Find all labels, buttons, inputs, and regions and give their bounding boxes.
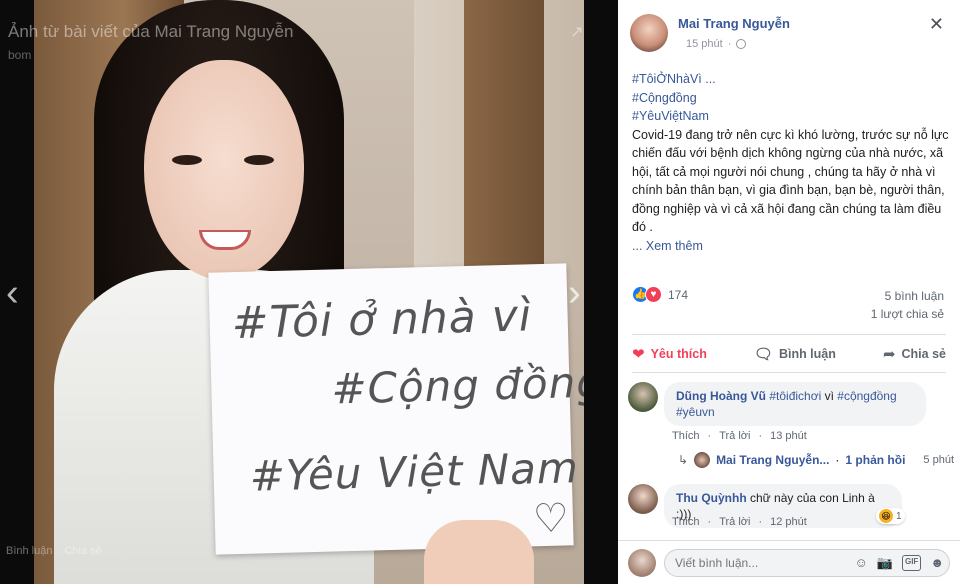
post-body: #TôiỞNhàVì ... #Cộngđồng #YêuViệtNam Cov… [632,70,952,255]
gif-icon[interactable]: GIF [901,555,922,571]
sign-line-3: #Yêu Việt Nam [249,443,580,501]
sign-line-1: #Tôi ở nhà vì [231,290,533,350]
photo-subject-hand [424,520,534,584]
comment-time[interactable]: 12 phút [770,516,807,528]
comment-icon: 🗨 [753,346,773,363]
viewer-subtitle: bom [8,48,32,62]
reply-separator: · [835,453,840,467]
comment-like-link[interactable]: Thích [672,430,700,442]
comment-reaction-count: 1 [896,510,902,522]
photo-viewer: #Tôi ở nhà vì #Cộng đồng #Yêu Việt Nam ♡… [0,0,618,584]
reaction-count: 174 [668,287,689,302]
share-icon: ➦ [882,346,896,363]
current-user-avatar [628,549,656,577]
camera-icon[interactable]: 📷 [877,555,893,571]
share-button-label: Chia sẻ [901,347,946,361]
commenter-avatar[interactable] [628,382,658,412]
hashtag-link[interactable]: #tôiđichơi [769,389,821,403]
love-icon: ❤ [632,346,645,363]
comment-bubble: Dũng Hoàng Vũ #tôiđichơi vì #cộngđồng #y… [664,382,926,426]
previous-photo-button[interactable]: ‹ [6,274,19,312]
comment-composer: ☺ 📷 GIF ☻ [618,540,960,584]
reply-time: 5 phút [923,454,955,466]
viewer-comment-button[interactable]: Bình luận [6,545,52,557]
comment-item: Thu Quỳnhh chữ này của con Linh à :))) [628,484,954,528]
globe-icon[interactable] [736,39,747,49]
reply-count[interactable]: 1 phản hồi [845,453,905,467]
love-reaction-icon: ♥ [645,286,662,303]
comment-reaction[interactable]: 😆 1 [876,508,905,524]
photo-subject-face [144,60,304,280]
commenter-name[interactable]: Thu Quỳnhh [676,491,747,505]
comment-text: vì [821,389,838,403]
post-photo[interactable]: #Tôi ở nhà vì #Cộng đồng #Yêu Việt Nam ♡ [34,0,584,584]
photo-eye-right [244,155,274,165]
commenter-avatar[interactable] [628,484,658,514]
close-icon[interactable]: ✕ [929,14,944,35]
photo-eye-left [172,155,202,165]
handwritten-sign: #Tôi ở nhà vì #Cộng đồng #Yêu Việt Nam ♡ [208,263,584,555]
reply-avatar [694,452,711,468]
divider [632,334,946,335]
photo-smile [199,230,251,250]
post-text: Covid-19 đang trở nên cực kì khó lường, … [632,127,949,235]
hashtag-link[interactable]: #TôiỞNhàVì ... [632,70,952,89]
commenter-name[interactable]: Dũng Hoàng Vũ [676,389,766,403]
love-button-label: Yêu thích [650,347,707,361]
sign-heart-icon: ♡ [532,496,570,542]
comments-count[interactable]: 5 bình luận [885,289,944,303]
hashtag-link[interactable]: #YêuViệtNam [632,107,952,126]
sticker-icon[interactable]: ☻ [930,555,944,571]
next-photo-button[interactable]: › [568,274,581,312]
reply-author[interactable]: Mai Trang Nguyễn... [716,453,829,467]
post-time[interactable]: 15 phút [686,38,723,50]
view-replies[interactable]: ↳ Mai Trang Nguyễn... · 1 phản hồi 5 phú… [678,452,954,468]
viewer-action-bar: Bình luận Chia sẻ [6,545,102,557]
expand-icon[interactable]: ↗ [570,22,583,42]
comment-reply-link[interactable]: Trả lời [719,430,750,442]
comment-meta: Thích · Trả lời · 12 phút [672,516,807,528]
post-sidebar: Mai Trang Nguyễn 15 phút · ✕ #TôiỞNhàVì … [618,0,960,584]
comment-item: Dũng Hoàng Vũ #tôiđichơi vì #cộngđồng #y… [628,382,954,430]
comment-time[interactable]: 13 phút [770,430,807,442]
post-action-bar: ❤ Yêu thích 🗨 Bình luận ➦ Chia sẻ [632,340,946,368]
hashtag-link[interactable]: #cộngđồng [837,389,896,403]
comment-button-label: Bình luận [778,347,836,361]
reply-arrow-icon: ↳ [678,453,689,467]
share-button[interactable]: ➦ Chia sẻ [883,340,946,368]
comment-like-link[interactable]: Thích [672,516,700,528]
sign-line-2: #Cộng đồng [330,357,584,414]
viewer-share-button[interactable]: Chia sẻ [64,545,101,557]
divider [632,372,946,373]
composer-icons: ☺ 📷 GIF ☻ [855,555,944,571]
photo-background-door [464,0,544,280]
hashtag-link[interactable]: #Cộngđồng [632,89,952,108]
shares-count[interactable]: 1 lượt chia sẻ [871,307,944,321]
author-avatar[interactable] [630,14,668,52]
author-name[interactable]: Mai Trang Nguyễn [678,16,790,31]
comment-reply-link[interactable]: Trả lời [719,516,750,528]
hashtag-link[interactable]: #yêuvn [676,405,715,419]
emoji-icon[interactable]: ☺ [855,555,868,571]
post-header: Mai Trang Nguyễn 15 phút · ✕ [630,12,950,56]
dot-separator: · [727,38,732,50]
comment-meta: Thích · Trả lời · 13 phút [672,430,807,442]
post-meta: 15 phút · [686,38,747,50]
reaction-summary[interactable]: 👍 ♥ 174 [632,286,688,303]
comment-button[interactable]: 🗨 Bình luận [754,340,836,368]
see-more-link[interactable]: ... Xem thêm [632,237,952,256]
viewer-title: Ảnh từ bài viết của Mai Trang Nguyễn [8,22,294,41]
haha-reaction-icon: 😆 [879,509,893,523]
love-button[interactable]: ❤ Yêu thích [632,340,707,368]
